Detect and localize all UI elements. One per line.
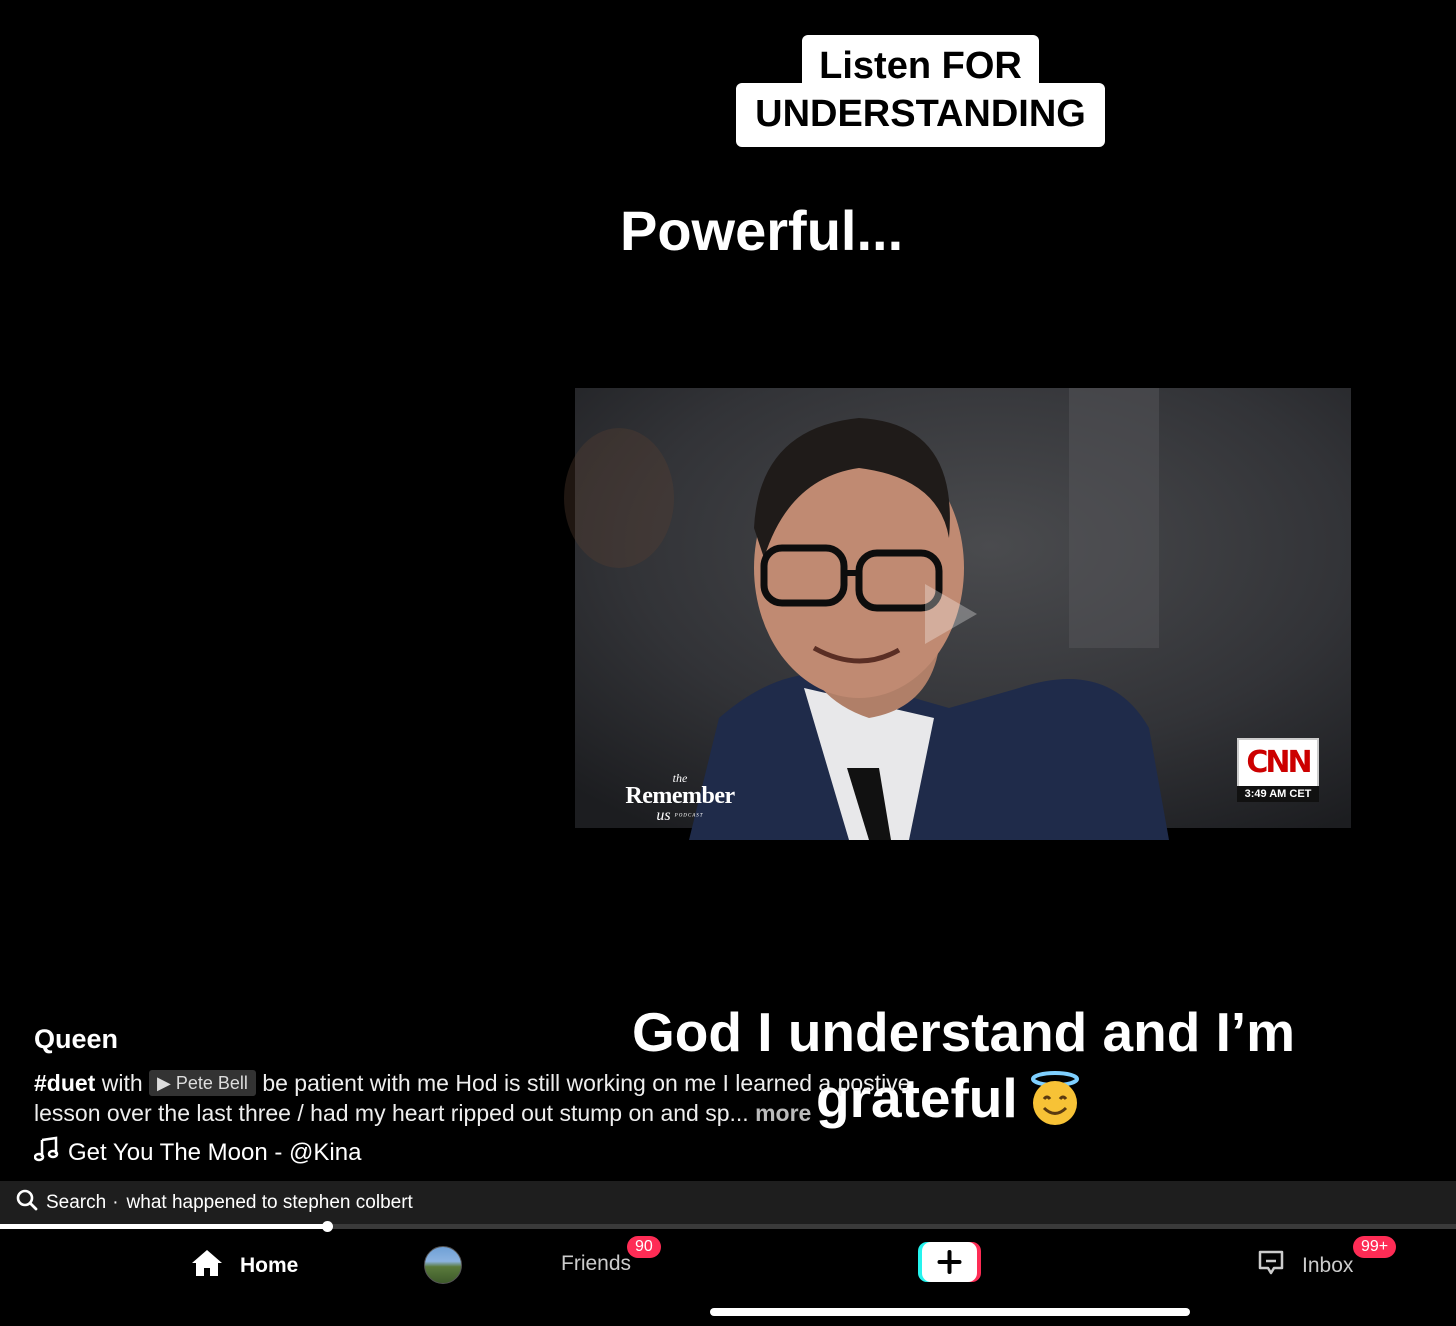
watermark-us: us	[656, 807, 671, 824]
caption-sticker-line1: Listen FOR	[802, 35, 1039, 87]
inbox-icon	[1256, 1248, 1286, 1284]
overlay-text-line1: God I understand and I’m	[632, 1001, 1296, 1063]
sound-link[interactable]: Get You The Moon - @Kina	[33, 1136, 362, 1169]
nav-inbox-label: Inbox	[1302, 1254, 1354, 1277]
friends-badge: 90	[627, 1236, 661, 1258]
watermark-podcast: PODCAST	[674, 813, 704, 819]
search-separator: ·	[112, 1191, 119, 1213]
nav-home-label: Home	[240, 1254, 299, 1277]
music-note-icon	[33, 1136, 60, 1169]
watermark-title: Remember	[625, 783, 735, 809]
nav-friends[interactable]: Friends	[561, 1252, 631, 1276]
home-indicator[interactable]	[710, 1308, 1190, 1316]
smiling-halo-emoji-icon	[1027, 1071, 1083, 1132]
search-icon	[16, 1189, 38, 1217]
nav-friends-label: Friends	[561, 1252, 632, 1275]
video-progress-handle[interactable]	[321, 1221, 333, 1232]
video-player[interactable]: the Remember us PODCAST CNN 3:49 AM CET	[549, 388, 1351, 840]
create-button[interactable]	[918, 1242, 981, 1282]
post-username[interactable]: Queen	[34, 1024, 118, 1055]
sound-title: Get You The Moon - @Kina	[68, 1138, 362, 1166]
caption-with-text: with	[101, 1070, 143, 1096]
nav-inbox[interactable]: Inbox	[1256, 1248, 1353, 1284]
search-suggestion-bar[interactable]: Search · what happened to stephen colber…	[0, 1181, 1456, 1224]
inbox-badge: 99+	[1353, 1236, 1397, 1258]
search-label: Search	[46, 1191, 107, 1213]
hashtag-duet[interactable]: #duet	[34, 1070, 95, 1096]
nav-home[interactable]: Home	[190, 1248, 298, 1284]
post-caption[interactable]: #duet with ▶ Pete Bell be patient with m…	[34, 1068, 914, 1128]
network-logo: CNN	[1237, 738, 1319, 788]
mention-chip[interactable]: ▶ Pete Bell	[149, 1070, 256, 1096]
search-query: what happened to stephen colbert	[126, 1191, 413, 1213]
caption-more-link[interactable]: more	[755, 1100, 811, 1126]
profile-avatar[interactable]	[424, 1246, 462, 1284]
caption-sticker-line2: UNDERSTANDING	[736, 83, 1105, 147]
podcast-watermark: the Remember us PODCAST	[615, 772, 745, 824]
video-progress-fill	[0, 1224, 328, 1229]
home-icon	[190, 1248, 224, 1284]
overlay-text-powerful: Powerful...	[620, 199, 904, 262]
network-timestamp: 3:49 AM CET	[1237, 786, 1319, 802]
